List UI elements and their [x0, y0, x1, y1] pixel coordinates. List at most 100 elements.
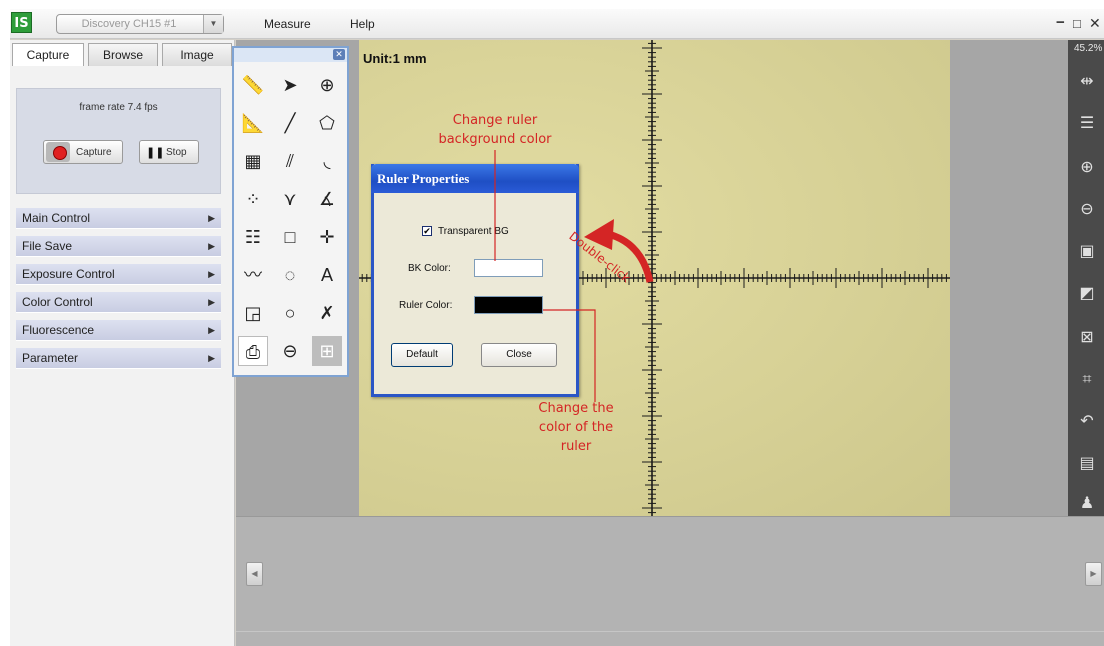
- chevron-right-icon: ▶: [208, 325, 215, 335]
- section-file-save[interactable]: File Save ▶: [16, 236, 221, 257]
- app-window: IS Discovery CH15 #1 ▼ Measure Help − □ …: [10, 9, 1104, 646]
- left-panel: Capture Browse Image frame rate 7.4 fps …: [10, 40, 235, 646]
- bk-color-label: BK Color:: [408, 263, 451, 274]
- close-button[interactable]: Close: [481, 343, 557, 367]
- capture-button-label: Capture: [76, 147, 112, 158]
- title-bar: IS Discovery CH15 #1 ▼ Measure Help − □ …: [10, 9, 1104, 39]
- capture-controls: frame rate 7.4 fps Capture ❚❚ Stop: [16, 88, 221, 194]
- section-main-control[interactable]: Main Control ▶: [16, 208, 221, 229]
- menu-measure[interactable]: Measure: [264, 17, 311, 31]
- point-icon[interactable]: ✛: [312, 222, 342, 252]
- stop-button-label: Stop: [166, 147, 187, 158]
- two-line-angle-icon[interactable]: ⋎: [275, 184, 305, 214]
- canvas-area: Unit:1 mm: [236, 40, 1068, 516]
- fit-width-icon[interactable]: ⇹: [1076, 72, 1098, 92]
- camera-select[interactable]: Discovery CH15 #1 ▼: [56, 14, 224, 34]
- ruler-color-label: Ruler Color:: [399, 300, 453, 311]
- ruler-color-swatch[interactable]: [474, 296, 543, 314]
- zoom-level: 45.2%: [1074, 43, 1103, 54]
- tab-browse[interactable]: Browse: [88, 43, 158, 66]
- ruler-properties-dialog: Ruler Properties ✔ Transparent BG BK Col…: [371, 164, 579, 397]
- table-icon[interactable]: ☷: [238, 222, 268, 252]
- section-label: Exposure Control: [22, 267, 115, 281]
- circle-icon[interactable]: ○: [275, 298, 305, 328]
- fullscreen-icon[interactable]: ⊠: [1076, 328, 1098, 348]
- text-icon[interactable]: A: [312, 260, 342, 290]
- section-label: Fluorescence: [22, 323, 95, 337]
- arc-icon[interactable]: ◟: [312, 146, 342, 176]
- chevron-right-icon: ▶: [208, 213, 215, 223]
- section-fluorescence[interactable]: Fluorescence ▶: [16, 320, 221, 341]
- camera-icon: [46, 142, 70, 162]
- point-count-icon[interactable]: ⁘: [238, 184, 268, 214]
- circle-line-icon[interactable]: ⊖: [275, 336, 305, 366]
- section-label: File Save: [22, 239, 73, 253]
- annotation-bg-color: Change ruler background color: [438, 113, 552, 147]
- scroll-left-button[interactable]: ◀: [246, 562, 263, 586]
- zoom-in-icon[interactable]: ⊕: [1076, 158, 1098, 178]
- section-exposure-control[interactable]: Exposure Control ▶: [16, 264, 221, 285]
- maximize-button[interactable]: □: [1073, 16, 1081, 31]
- pointer-icon[interactable]: ➤: [275, 70, 305, 100]
- right-toolbar: 45.2% ⇹ ☰ ⊕ ⊖ ▣ ◩ ⊠ ⌗ ↶ ▤ ♟: [1068, 40, 1104, 516]
- capture-button[interactable]: Capture: [43, 140, 123, 164]
- chevron-right-icon: ▶: [208, 353, 215, 363]
- chevron-right-icon: ▶: [208, 241, 215, 251]
- palette-header: ✕: [234, 48, 347, 62]
- layers-icon[interactable]: ▤: [1076, 454, 1098, 474]
- close-icon[interactable]: ✕: [333, 49, 345, 60]
- parallel-line-icon[interactable]: ⫽: [275, 146, 305, 176]
- tab-capture[interactable]: Capture: [12, 43, 84, 66]
- angle-ruler-icon[interactable]: 📐: [238, 108, 268, 138]
- divider: [236, 631, 1104, 632]
- fit-height-icon[interactable]: ☰: [1076, 114, 1098, 134]
- annotation-ruler-color: Change the color of the ruler: [538, 401, 614, 454]
- camera-select-value: Discovery CH15 #1: [81, 18, 177, 30]
- transparent-bg-checkbox[interactable]: ✔: [422, 226, 432, 236]
- minimize-button[interactable]: −: [1056, 14, 1065, 31]
- mark-icon[interactable]: ✗: [312, 298, 342, 328]
- angle-icon[interactable]: ∡: [312, 184, 342, 214]
- grid-cross-icon[interactable]: ⊞: [312, 336, 342, 366]
- app-logo: IS: [11, 12, 32, 33]
- chevron-right-icon: ▶: [208, 297, 215, 307]
- line-icon[interactable]: ╱: [275, 108, 305, 138]
- polygon-icon[interactable]: ⬠: [312, 108, 342, 138]
- actual-size-icon[interactable]: ▣: [1076, 242, 1098, 262]
- user-icon[interactable]: ♟: [1076, 494, 1098, 514]
- menu-help[interactable]: Help: [350, 17, 375, 31]
- box-arrow-icon[interactable]: ◲: [238, 298, 268, 328]
- chevron-down-icon[interactable]: ▼: [203, 15, 223, 33]
- section-label: Main Control: [22, 211, 91, 225]
- tab-image[interactable]: Image: [162, 43, 232, 66]
- crosshair-circle-icon[interactable]: ⊕: [312, 70, 342, 100]
- section-label: Color Control: [22, 295, 93, 309]
- zoom-out-icon[interactable]: ⊖: [1076, 200, 1098, 220]
- stop-button[interactable]: ❚❚ Stop: [139, 140, 199, 164]
- ruler-tool-icon[interactable]: 📏: [238, 70, 268, 100]
- dotted-circle-icon[interactable]: ◌: [275, 260, 305, 290]
- section-parameter[interactable]: Parameter ▶: [16, 348, 221, 369]
- thumbnail-strip: ◀ ▶: [236, 516, 1104, 646]
- panel-tabs: Capture Browse Image: [10, 40, 235, 66]
- section-color-control[interactable]: Color Control ▶: [16, 292, 221, 313]
- grid-icon[interactable]: ▦: [238, 146, 268, 176]
- curve-icon[interactable]: 〰: [238, 260, 268, 290]
- section-label: Parameter: [22, 351, 79, 365]
- print-icon[interactable]: ⎙: [238, 336, 268, 366]
- close-window-button[interactable]: ✕: [1089, 15, 1101, 32]
- rectangle-icon[interactable]: □: [275, 222, 305, 252]
- bk-color-swatch[interactable]: [474, 259, 543, 277]
- scroll-right-button[interactable]: ▶: [1085, 562, 1102, 586]
- pause-icon: ❚❚: [146, 147, 165, 159]
- frame-rate-text: frame rate 7.4 fps: [79, 102, 158, 113]
- fit-window-icon[interactable]: ◩: [1076, 284, 1098, 304]
- dialog-title: Ruler Properties: [371, 164, 579, 193]
- chevron-right-icon: ▶: [208, 269, 215, 279]
- crop-icon[interactable]: ⌗: [1076, 370, 1098, 390]
- default-button[interactable]: Default: [391, 343, 453, 367]
- measure-tool-palette: ✕ 📏 ➤ ⊕ 📐 ╱ ⬠ ▦ ⫽ ◟ ⁘ ⋎ ∡ ☷ □ ✛ 〰 ◌ A ◲ ○ ✗ ⎙ ⊖ ⊞: [232, 46, 349, 377]
- unit-label: Unit:1 mm: [363, 51, 427, 66]
- undo-icon[interactable]: ↶: [1076, 412, 1098, 432]
- transparent-bg-label: Transparent BG: [438, 226, 509, 237]
